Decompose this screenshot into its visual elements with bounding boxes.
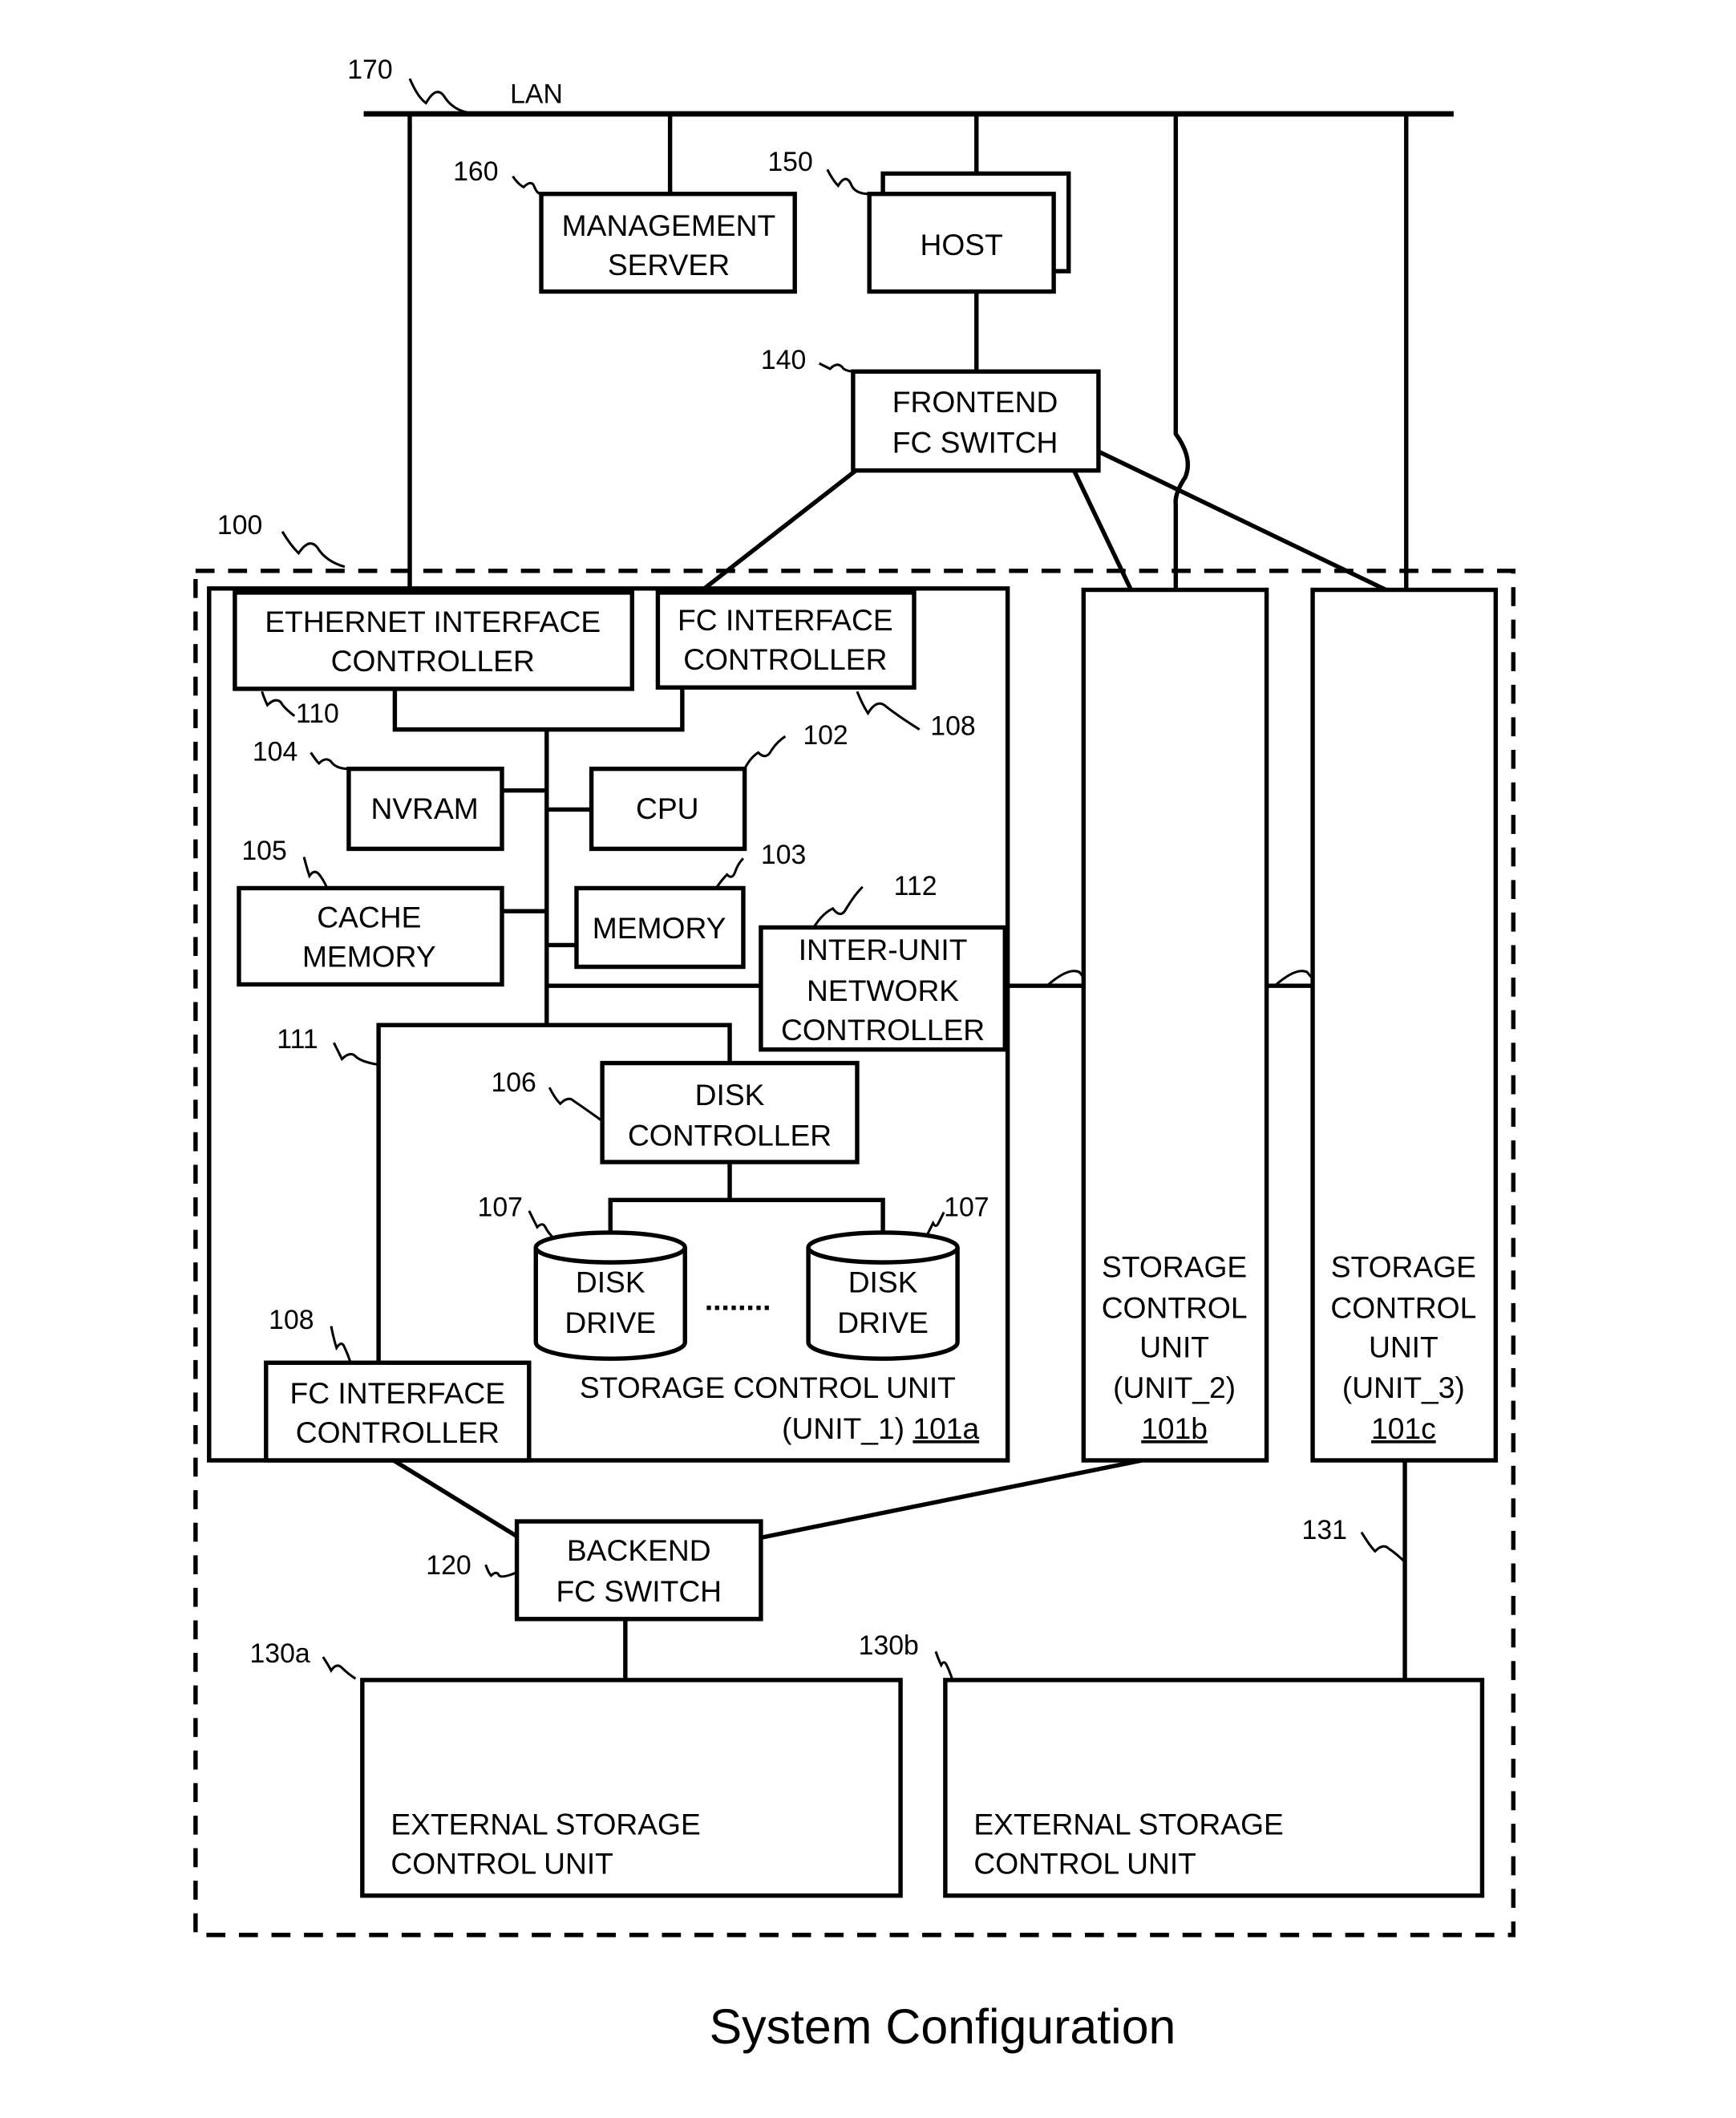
backend-switch-line1: BACKEND xyxy=(567,1533,711,1567)
external-storage-unit-b[interactable]: EXTERNAL STORAGE CONTROL UNIT 130b xyxy=(859,1630,1485,1898)
nvram-label: NVRAM xyxy=(370,792,478,825)
unit1-id: 101a xyxy=(913,1411,979,1445)
storage-control-unit-2[interactable]: STORAGE CONTROL UNIT (UNIT_2) 101b xyxy=(1081,587,1269,1463)
lan-network: 170 LAN xyxy=(347,55,1454,117)
ethernet-if-line1: ETHERNET INTERFACE xyxy=(265,605,601,638)
external-b-line2: CONTROL UNIT xyxy=(973,1847,1196,1881)
disk-drives-ellipsis: ........ xyxy=(705,1282,771,1316)
management-server-ref: 160 xyxy=(453,156,498,187)
memory-ref: 103 xyxy=(761,840,806,870)
external-a-leader xyxy=(322,1656,357,1680)
disk-controller-line1: DISK xyxy=(695,1078,765,1112)
disk-controller-ref: 106 xyxy=(491,1067,536,1098)
figure-title: System Configuration xyxy=(710,1999,1176,2054)
disk-drive-1-line1: DISK xyxy=(576,1265,645,1298)
storage-system-ref: 100 xyxy=(217,510,262,541)
fc-if-top-ref: 108 xyxy=(930,711,975,741)
inter-unit-ref: 112 xyxy=(894,871,937,901)
lan-leader-line xyxy=(408,78,480,115)
management-server-line2: SERVER xyxy=(608,248,730,281)
ethernet-if-ref: 110 xyxy=(296,699,339,729)
fc-if-bottom-ref: 108 xyxy=(269,1305,314,1335)
cache-memory-line1: CACHE xyxy=(317,900,421,933)
disk-drive-1-line2: DRIVE xyxy=(565,1306,656,1339)
unit3-line1: STORAGE xyxy=(1331,1250,1476,1284)
frontend-switch-line2: FC SWITCH xyxy=(892,426,1058,460)
external-storage-unit-a[interactable]: EXTERNAL STORAGE CONTROL UNIT 130a xyxy=(250,1638,903,1898)
host-leader xyxy=(826,168,870,196)
fc-if-bottom-line1: FC INTERFACE xyxy=(290,1376,506,1410)
lan-drop-unit2 xyxy=(1173,114,1190,590)
unit1-to-backend-link xyxy=(392,1458,519,1538)
backend-fc-switch[interactable]: BACKEND FC SWITCH 120 xyxy=(426,1519,763,1622)
unit2-to-backend-link xyxy=(760,1458,1143,1540)
disk-controller-line2: CONTROLLER xyxy=(628,1119,832,1152)
backend-switch-line2: FC SWITCH xyxy=(556,1574,722,1608)
unit3-id: 101c xyxy=(1371,1411,1436,1445)
fc-if-top-line2: CONTROLLER xyxy=(683,642,887,676)
disk-drive-1-ref: 107 xyxy=(478,1193,523,1223)
internal-path-ref: 111 xyxy=(277,1024,318,1055)
cpu-ref: 102 xyxy=(803,720,848,751)
backend-switch-ref: 120 xyxy=(426,1550,471,1581)
disk-drive-2-top xyxy=(806,1230,960,1265)
cache-memory-ref: 105 xyxy=(241,836,286,866)
system-configuration-diagram: 170 LAN MANAGEMENT SERVER 160 HOST 150 F… xyxy=(193,55,1516,2054)
frontend-fc-switch[interactable]: FRONTEND FC SWITCH 140 xyxy=(761,345,1101,473)
storage-system-leader xyxy=(281,531,346,569)
unit3-line3: UNIT xyxy=(1369,1330,1439,1363)
inter-unit-line2: NETWORK xyxy=(807,974,959,1007)
lan-ref-number: 170 xyxy=(347,55,392,85)
external-b-line1: EXTERNAL STORAGE xyxy=(973,1808,1283,1841)
host-label: HOST xyxy=(921,228,1003,261)
fc-if-bottom-line2: CONTROLLER xyxy=(296,1415,500,1449)
inter-unit-line3: CONTROLLER xyxy=(781,1013,985,1047)
unit2-line2: CONTROL xyxy=(1102,1290,1248,1324)
external-b-leader xyxy=(934,1650,953,1679)
host[interactable]: HOST 150 xyxy=(767,147,1071,294)
external-a-line2: CONTROL UNIT xyxy=(390,1847,613,1881)
external-b-ref: 130b xyxy=(859,1630,919,1661)
unit3-line2: CONTROL xyxy=(1330,1290,1476,1324)
unit2-id: 101b xyxy=(1141,1411,1208,1445)
cpu-label: CPU xyxy=(636,792,699,825)
external-a-line1: EXTERNAL STORAGE xyxy=(390,1808,700,1841)
frontend-switch-line1: FRONTEND xyxy=(892,385,1058,419)
management-server-line1: MANAGEMENT xyxy=(562,209,776,242)
memory-label: MEMORY xyxy=(593,911,726,945)
frontend-switch-ref: 140 xyxy=(761,345,806,375)
management-server-leader xyxy=(512,175,542,196)
lan-label: LAN xyxy=(510,79,563,109)
unit1-caption-prefix: (UNIT_1) xyxy=(782,1411,913,1445)
unit2-line3: UNIT xyxy=(1139,1330,1209,1363)
frontend-switch-leader xyxy=(818,362,855,373)
unit2-line4: (UNIT_2) xyxy=(1113,1371,1236,1404)
management-server[interactable]: MANAGEMENT SERVER 160 xyxy=(453,156,797,294)
external-link-leader xyxy=(1360,1531,1406,1563)
unit1-caption-line1: STORAGE CONTROL UNIT xyxy=(580,1371,956,1404)
disk-drive-2-line2: DRIVE xyxy=(837,1306,929,1339)
storage-control-unit-1: ETHERNET INTERFACE CONTROLLER 110 FC INT… xyxy=(207,586,1010,1463)
disk-drive-2-ref: 107 xyxy=(944,1193,989,1223)
unit2-line1: STORAGE xyxy=(1102,1250,1247,1284)
disk-drive-2-line1: DISK xyxy=(848,1265,918,1298)
cache-memory-line2: MEMORY xyxy=(302,940,436,974)
storage-control-unit-3[interactable]: STORAGE CONTROL UNIT (UNIT_3) 101c xyxy=(1310,587,1499,1463)
unit3-line4: (UNIT_3) xyxy=(1342,1371,1465,1404)
external-link-ref: 131 xyxy=(1302,1515,1347,1545)
inter-unit-line1: INTER-UNIT xyxy=(799,933,968,966)
disk-drive-1-top xyxy=(533,1230,687,1265)
backend-switch-leader xyxy=(484,1564,516,1578)
host-ref: 150 xyxy=(767,147,812,177)
fc-if-top-line1: FC INTERFACE xyxy=(678,603,893,637)
unit1-caption-line2: (UNIT_1) 101a xyxy=(782,1411,979,1445)
external-a-ref: 130a xyxy=(250,1638,310,1669)
nvram-ref: 104 xyxy=(253,737,297,767)
ethernet-if-line2: CONTROLLER xyxy=(331,644,535,678)
